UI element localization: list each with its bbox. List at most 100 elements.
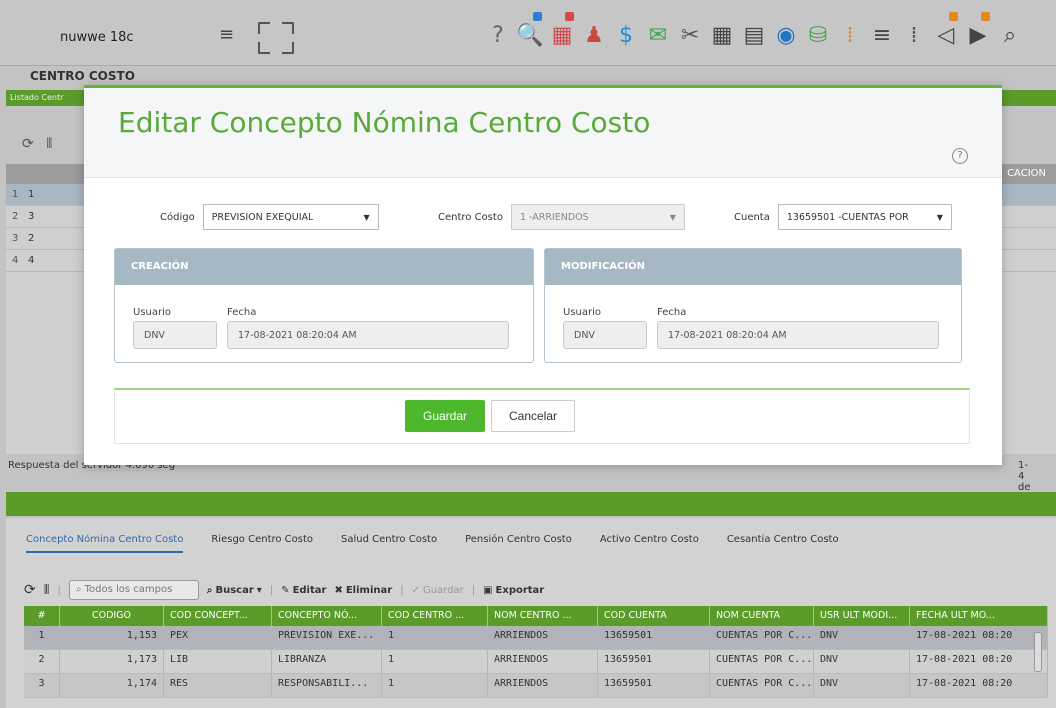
grid-toolbar: ⟳ ⦀ | ⌕ Todos los campos ⌕ Buscar ▾ | ✎ Ed…	[24, 580, 545, 600]
centro-costo-value: 1 -ARRIENDOS	[519, 211, 589, 223]
tab-riesgo[interactable]: Riesgo Centro Costo	[211, 534, 313, 553]
codigo-select[interactable]: PREVISION EXEQUIAL ▼	[202, 204, 379, 230]
excel-icon: ▣	[483, 584, 493, 596]
tools-icon[interactable]: ✂	[676, 12, 704, 48]
tab-cesantia[interactable]: Cesantia Centro Costo	[727, 534, 839, 553]
cell: 1,173	[60, 650, 164, 673]
columns-icon[interactable]: ⦀	[44, 583, 50, 598]
help-icon[interactable]: ?	[952, 148, 968, 164]
row-value: 1	[28, 189, 35, 200]
column-header[interactable]: #	[24, 606, 60, 626]
tab-pension[interactable]: Pensión Centro Costo	[465, 534, 572, 553]
modificacion-fecha-input[interactable]: 17-08-2021 08:20:04 AM	[657, 321, 939, 349]
fullscreen-icon[interactable]	[257, 21, 295, 55]
guardar-label: Guardar	[422, 584, 464, 596]
creacion-fecha-input[interactable]: 17-08-2021 08:20:04 AM	[227, 321, 509, 349]
megaphone-icon[interactable]: ◁	[932, 12, 960, 48]
search-icon[interactable]: ⌕	[996, 12, 1024, 48]
table-row[interactable]: 2 1,173 LIB LIBRANZA 1 ARRIENDOS 1365950…	[24, 650, 1048, 674]
close-icon: ✖	[334, 584, 343, 596]
cancelar-button[interactable]: Cancelar	[491, 400, 575, 432]
table-row[interactable]: 3 1,174 RES RESPONSABILI... 1 ARRIENDOS …	[24, 674, 1048, 698]
mail-icon[interactable]: ✉	[644, 12, 672, 48]
column-header[interactable]: COD CUENTA	[598, 606, 710, 626]
centro-costo-select[interactable]: 1 -ARRIENDOS ▼	[510, 204, 685, 230]
dashboard-icon[interactable]: ◉	[772, 12, 800, 48]
refresh-icon[interactable]: ⟳	[22, 136, 34, 152]
guardar-grid-button[interactable]: ✓ Guardar	[412, 585, 464, 596]
notification-badge	[981, 12, 990, 21]
list-icon[interactable]: ≡	[868, 12, 896, 48]
play-box-icon[interactable]: ▶	[964, 12, 992, 48]
dots-grid-icon[interactable]: ⁞	[836, 12, 864, 48]
column-header[interactable]: CODIGO	[60, 606, 164, 626]
row-number: 4	[12, 255, 19, 266]
dollar-icon[interactable]: $	[612, 12, 640, 48]
eliminar-label: Eliminar	[345, 584, 393, 596]
column-header[interactable]: FECHA ULT MO...	[910, 606, 1048, 626]
person-icon[interactable]: ♟	[580, 12, 608, 48]
cuenta-select[interactable]: 13659501 -CUENTAS POR ▼	[777, 204, 952, 230]
search-doc-icon[interactable]: 🔍	[516, 12, 544, 48]
cuenta-label: Cuenta	[734, 211, 770, 223]
modificacion-usuario-label: Usuario	[563, 307, 602, 318]
menu-icon[interactable]: ≡	[219, 24, 234, 45]
modificacion-header: MODIFICACIÓN	[545, 249, 961, 285]
column-header[interactable]: USR ULT MODI...	[814, 606, 910, 626]
cell: ARRIENDOS	[488, 626, 598, 649]
detail-grid: # CODIGO COD CONCEPT... CONCEPTO NÓ... C…	[24, 606, 1048, 698]
report-icon[interactable]: ▦	[548, 12, 576, 48]
cell: 17-08-2021 08:20	[910, 650, 1048, 673]
row-number: 3	[12, 233, 19, 244]
creacion-usuario-input[interactable]: DNV	[133, 321, 217, 349]
cell: 17-08-2021 08:20	[910, 674, 1048, 697]
record-range: 1-4 de	[1018, 460, 1031, 493]
column-header[interactable]: NOM CENTRO ...	[488, 606, 598, 626]
tab-concepto-nomina[interactable]: Concepto Nómina Centro Costo	[26, 534, 184, 553]
table-row[interactable]: 1 1,153 PEX PREVISION EXE... 1 ARRIENDOS…	[24, 626, 1048, 650]
strip-label: Listado Centr	[10, 93, 64, 102]
chevron-down-icon: ▼	[363, 212, 370, 222]
column-header[interactable]: COD CENTRO ...	[382, 606, 488, 626]
buscar-button[interactable]: ⌕ Buscar ▾	[207, 585, 262, 596]
column-header[interactable]: COD CONCEPT...	[164, 606, 272, 626]
refresh-icon[interactable]: ⟳	[24, 582, 36, 598]
modificacion-panel: MODIFICACIÓN Usuario Fecha DNV 17-08-202…	[544, 248, 962, 363]
detail-panel: Concepto Nómina Centro Costo Riesgo Cent…	[6, 518, 1056, 708]
eliminar-button[interactable]: ✖ Eliminar	[334, 585, 392, 596]
editar-button[interactable]: ✎ Editar	[281, 585, 326, 596]
database-icon[interactable]: ⛁	[804, 12, 832, 48]
cell: CUENTAS POR C...	[710, 626, 814, 649]
notification-badge	[533, 12, 542, 21]
column-header[interactable]: NOM CUENTA	[710, 606, 814, 626]
search-input[interactable]: ⌕ Todos los campos	[68, 580, 199, 600]
pencil-icon: ✎	[281, 584, 290, 596]
codigo-field: Código PREVISION EXEQUIAL ▼	[160, 204, 379, 230]
tab-activo[interactable]: Activo Centro Costo	[600, 534, 699, 553]
cell: PEX	[164, 626, 272, 649]
codigo-label: Código	[160, 211, 195, 223]
cell: 1	[24, 626, 60, 649]
dots-grid-gray-icon[interactable]: ⁞	[900, 12, 928, 48]
cell: 13659501	[598, 674, 710, 697]
column-header[interactable]: CONCEPTO NÓ...	[272, 606, 382, 626]
row-value: 4	[28, 255, 35, 266]
notification-badge	[949, 12, 958, 21]
cuenta-field: Cuenta 13659501 -CUENTAS POR ▼	[734, 204, 952, 230]
row-value: 3	[28, 211, 35, 222]
exportar-label: Exportar	[495, 584, 545, 596]
exportar-button[interactable]: ▣ Exportar	[483, 585, 544, 596]
cell: LIBRANZA	[272, 650, 382, 673]
guardar-button[interactable]: Guardar	[405, 400, 485, 432]
modificacion-usuario-input[interactable]: DNV	[563, 321, 647, 349]
row-value: 2	[28, 233, 35, 244]
help-circle-icon[interactable]: ?	[484, 12, 512, 48]
clipboard-icon[interactable]: ▤	[740, 12, 768, 48]
grid-icon[interactable]: ▦	[708, 12, 736, 48]
tab-salud[interactable]: Salud Centro Costo	[341, 534, 437, 553]
columns-icon[interactable]: ⦀	[46, 136, 52, 152]
toolbar-icons: ? 🔍 ▦ ♟ $ ✉ ✂ ▦ ▤ ◉ ⛁ ⁞ ≡ ⁞ ◁ ▶ ⌕	[484, 12, 1024, 48]
section-divider	[6, 492, 1056, 516]
row-number: 2	[12, 211, 19, 222]
vertical-scrollbar[interactable]	[1034, 632, 1042, 672]
